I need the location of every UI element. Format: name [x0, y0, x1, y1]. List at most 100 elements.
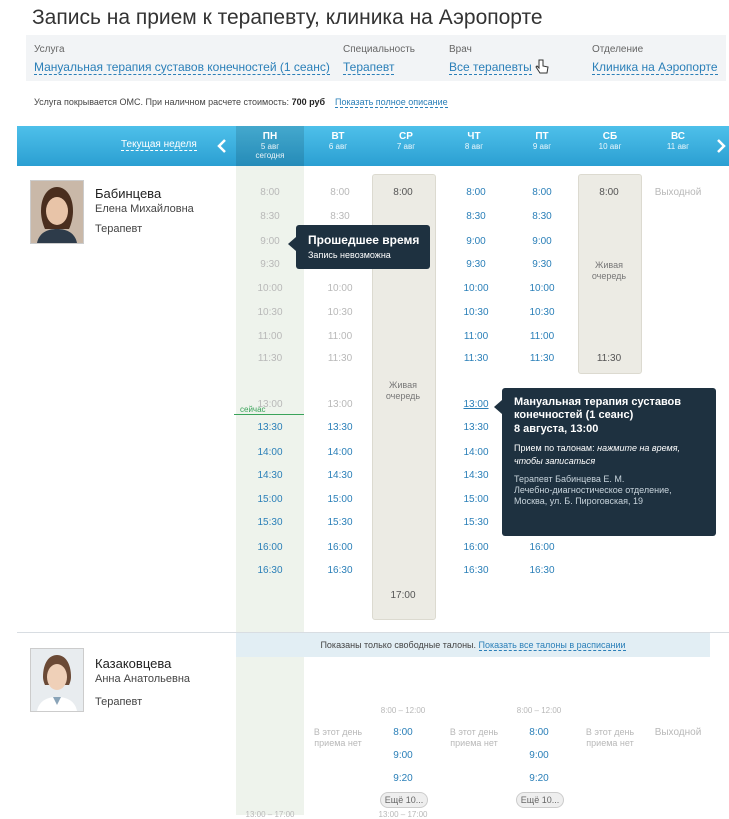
wed-range: 8:00 – 12:00: [380, 706, 426, 715]
prev-week-icon[interactable]: [217, 138, 227, 154]
tue-no-reception: В этот день приема нет: [313, 727, 363, 748]
doctor2-photo: [30, 648, 84, 712]
tue-time-slot[interactable]: 16:30: [310, 565, 370, 576]
thu-time-slot[interactable]: 11:30: [446, 353, 506, 364]
doctor1-specialty: Терапевт: [95, 223, 143, 235]
fri-time-slot[interactable]: 11:30: [512, 353, 572, 364]
thu-time-slot[interactable]: 13:30: [446, 422, 506, 433]
doctor2-name: Анна Анатольевна: [95, 673, 191, 685]
mon-time-slot: 8:30: [260, 211, 280, 222]
filter-label-service: Услуга: [34, 44, 65, 55]
booking-tooltip: Мануальная терапия суставов конечностей …: [494, 388, 716, 536]
next-week-icon[interactable]: [716, 138, 726, 154]
thu-time-slot[interactable]: 14:00: [446, 447, 506, 458]
sat-start-time: 8:00: [599, 187, 619, 198]
mon-time-slot: 9:30: [260, 259, 280, 270]
show-all-tickets-link[interactable]: Показать все талоны в расписании: [478, 640, 626, 651]
filter-label-department: Отделение: [592, 44, 644, 55]
fri-time-slot[interactable]: 11:00: [512, 331, 572, 342]
fri-time-slot[interactable]: 9:00: [508, 750, 570, 761]
thu-no-reception: В этот день приема нет: [449, 727, 499, 748]
filter-doctor[interactable]: Все терапевты: [449, 60, 532, 75]
thu-time-slot[interactable]: 16:00: [446, 542, 506, 553]
mon-time-slot: 11:00: [257, 331, 283, 342]
week-header: Текущая неделя ПН 5 авг сегодня ВТ 6 авг СР…: [17, 126, 729, 166]
mon-time-slot[interactable]: 15:00: [240, 494, 300, 505]
show-description-link[interactable]: Показать полное описание: [335, 97, 448, 108]
price: 700 руб: [291, 97, 326, 107]
mon-time-slot[interactable]: 15:30: [240, 517, 300, 528]
doctor1-name: Елена Михайловна: [95, 203, 194, 215]
price-note: Услуга покрывается ОМС. При наличном рас…: [34, 97, 448, 108]
fri-time-slot[interactable]: 9:00: [512, 236, 572, 247]
day-mon: ПН 5 авг сегодня: [236, 126, 304, 166]
day-wed: СР 7 авг: [396, 131, 416, 151]
thu-time-slot[interactable]: 14:30: [446, 470, 506, 481]
mon-time-slot[interactable]: 14:00: [240, 447, 300, 458]
wed-time-slot[interactable]: 9:00: [372, 750, 434, 761]
tue-time-slot[interactable]: 14:00: [310, 447, 370, 458]
filter-service[interactable]: Мануальная терапия суставов конечностей …: [34, 60, 330, 75]
tue-time-slot: 13:00: [327, 399, 353, 410]
fri-time-slot[interactable]: 8:00: [512, 187, 572, 198]
filter-department[interactable]: Клиника на Аэропорте: [592, 60, 718, 75]
tue-time-slot[interactable]: 15:00: [310, 494, 370, 505]
tue-time-slot: 11:30: [327, 353, 353, 364]
past-time-tooltip: Прошедшее время Запись невозможна: [288, 225, 430, 269]
thu-time-slot[interactable]: 16:30: [446, 565, 506, 576]
filter-label-specialty: Специальность: [343, 44, 415, 55]
current-week-link[interactable]: Текущая неделя: [121, 139, 197, 151]
thu-time-slot[interactable]: 15:00: [446, 494, 506, 505]
fri-time-slot[interactable]: 9:30: [512, 259, 572, 270]
fri-time-slot[interactable]: 16:00: [512, 542, 572, 553]
day-thu: ЧТ 8 авг: [464, 131, 484, 151]
day-fri: ПТ 9 авг: [532, 131, 552, 151]
wed-live-queue: Живая очередь: [385, 380, 421, 401]
thu-time-slot[interactable]: 8:30: [446, 211, 506, 222]
now-line: [234, 414, 304, 415]
doctor2-surname: Казаковцева: [95, 656, 172, 671]
filter-specialty[interactable]: Терапевт: [343, 60, 395, 75]
thu-time-slot[interactable]: 9:30: [446, 259, 506, 270]
tue-time-slot[interactable]: 15:30: [310, 517, 370, 528]
fri-time-slot[interactable]: 8:00: [508, 727, 570, 738]
tue-time-slot[interactable]: 14:30: [310, 470, 370, 481]
fri-time-slot[interactable]: 10:00: [512, 283, 572, 294]
now-label: сейчас: [240, 405, 266, 414]
mon-time-slot[interactable]: 14:30: [240, 470, 300, 481]
fri-time-slot[interactable]: 8:30: [512, 211, 572, 222]
wed-more-button[interactable]: Ещё 10...: [380, 792, 428, 808]
wed-start-time: 8:00: [393, 187, 413, 198]
wed-time-slot[interactable]: 8:00: [372, 727, 434, 738]
free-tickets-banner: Показаны только свободные талоны. Показа…: [236, 633, 710, 657]
filter-label-doctor: Врач: [449, 44, 472, 55]
mon-time-slot[interactable]: 16:30: [240, 565, 300, 576]
fri-more-button[interactable]: Ещё 10...: [516, 792, 564, 808]
tue-time-slot: 8:30: [330, 211, 350, 222]
thu-time-slot[interactable]: 15:30: [446, 517, 506, 528]
thu-time-slot[interactable]: 9:00: [446, 236, 506, 247]
fri-time-slot[interactable]: 10:30: [512, 307, 572, 318]
hand-cursor-icon: [535, 59, 549, 74]
sun-day-off: Выходной: [654, 187, 702, 198]
doctor1-surname: Бабинцева: [95, 186, 162, 201]
thu-time-slot[interactable]: 8:00: [446, 187, 506, 198]
doctor1-photo: [30, 180, 84, 244]
mon-time-slot[interactable]: 13:30: [240, 422, 300, 433]
fri-time-slot[interactable]: 16:30: [512, 565, 572, 576]
tue-time-slot[interactable]: 13:30: [310, 422, 370, 433]
fri-time-slot[interactable]: 9:20: [508, 773, 570, 784]
day-sun: ВС 11 авг: [666, 131, 690, 151]
wed-end-time: 17:00: [390, 590, 416, 601]
today-column-bg-2: [236, 657, 304, 815]
mon-time-slot: 10:30: [257, 307, 283, 318]
mon-time-slot[interactable]: 16:00: [240, 542, 300, 553]
tue-time-slot: 8:00: [330, 187, 350, 198]
mon-time-slot: 8:00: [260, 187, 280, 198]
tue-time-slot[interactable]: 16:00: [310, 542, 370, 553]
thu-time-slot[interactable]: 11:00: [446, 331, 506, 342]
thu-time-slot[interactable]: 10:00: [446, 283, 506, 294]
page-title: Запись на прием к терапевту, клиника на …: [32, 6, 543, 29]
thu-time-slot[interactable]: 10:30: [446, 307, 506, 318]
wed-time-slot[interactable]: 9:20: [372, 773, 434, 784]
